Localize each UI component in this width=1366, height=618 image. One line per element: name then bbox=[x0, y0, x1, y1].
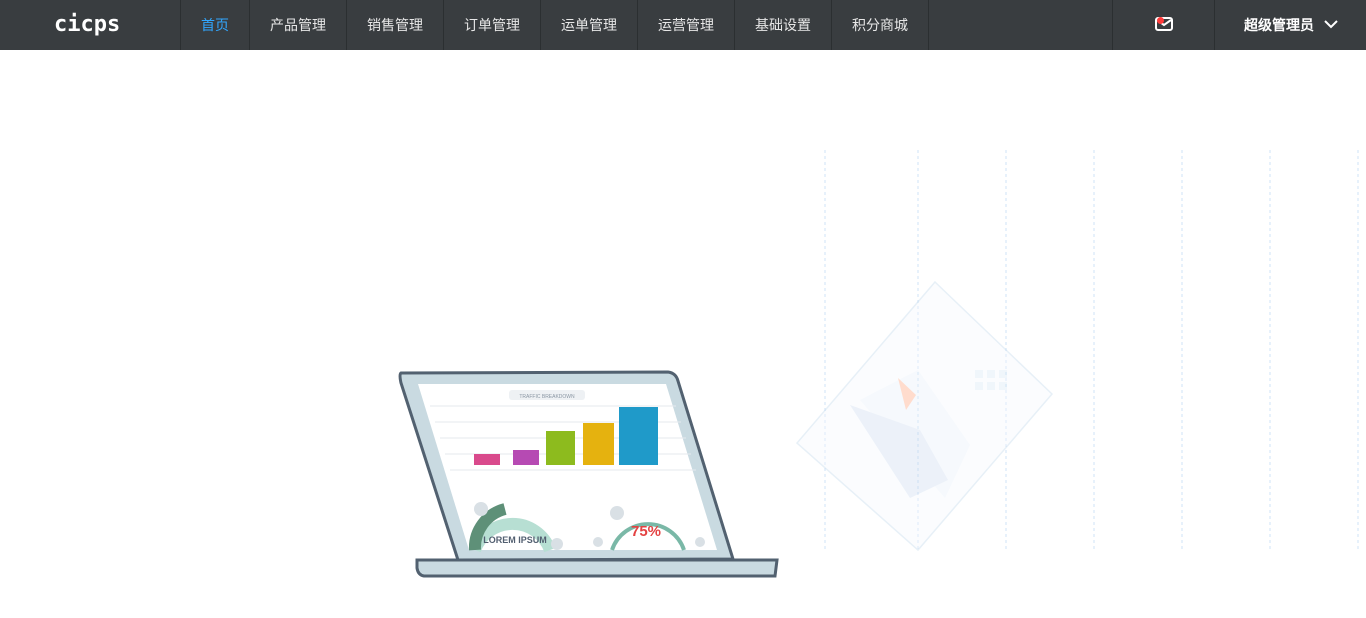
main-nav: 首页 产品管理 销售管理 订单管理 运单管理 运营管理 基础设置 积分商城 bbox=[180, 0, 929, 50]
chart-bar-1 bbox=[474, 454, 500, 465]
nav-item-label: 销售管理 bbox=[367, 18, 423, 34]
nav-item-basic-settings[interactable]: 基础设置 bbox=[735, 0, 832, 50]
nav-item-points-mall[interactable]: 积分商城 bbox=[832, 0, 929, 50]
nav-item-label: 积分商城 bbox=[852, 18, 908, 34]
laptop-illustration: TRAFFIC BREAKDOWN LOREM IPSUM 75% bbox=[398, 370, 779, 578]
screen-title: TRAFFIC BREAKDOWN bbox=[519, 394, 575, 400]
top-navigation-bar: cicps 首页 产品管理 销售管理 订单管理 运单管理 运营管理 基础设置 积… bbox=[0, 0, 1366, 50]
nav-item-orders[interactable]: 订单管理 bbox=[444, 0, 541, 50]
paper-map bbox=[795, 280, 1054, 552]
dashboard-illustration: TRAFFIC BREAKDOWN LOREM IPSUM 75% bbox=[398, 150, 1359, 578]
chart-bar-2 bbox=[513, 450, 539, 465]
mail-button[interactable] bbox=[1112, 0, 1215, 50]
nav-item-home[interactable]: 首页 bbox=[181, 0, 250, 50]
chart-bar-5 bbox=[619, 407, 658, 465]
percent-value: 75% bbox=[631, 523, 661, 540]
chevron-down-icon bbox=[1314, 17, 1338, 33]
nav-item-label: 产品管理 bbox=[270, 18, 326, 34]
chart-bar-4 bbox=[583, 423, 614, 465]
nav-item-operations[interactable]: 运营管理 bbox=[638, 0, 735, 50]
donut-label: LOREM IPSUM bbox=[483, 535, 547, 545]
logo[interactable]: cicps bbox=[54, 13, 126, 37]
nav-item-products[interactable]: 产品管理 bbox=[250, 0, 347, 50]
notification-dot bbox=[1157, 17, 1164, 24]
nav-item-label: 首页 bbox=[201, 18, 229, 34]
nav-item-label: 运单管理 bbox=[561, 18, 617, 34]
nav-item-sales[interactable]: 销售管理 bbox=[347, 0, 444, 50]
logo-text: cicps bbox=[54, 12, 121, 37]
nav-item-label: 运营管理 bbox=[658, 18, 714, 34]
user-menu[interactable]: 超级管理员 bbox=[1244, 0, 1338, 50]
nav-item-label: 基础设置 bbox=[755, 18, 811, 34]
nav-item-waybills[interactable]: 运单管理 bbox=[541, 0, 638, 50]
chart-bar-3 bbox=[546, 431, 575, 465]
user-name: 超级管理员 bbox=[1244, 18, 1314, 34]
nav-item-label: 订单管理 bbox=[464, 18, 520, 34]
